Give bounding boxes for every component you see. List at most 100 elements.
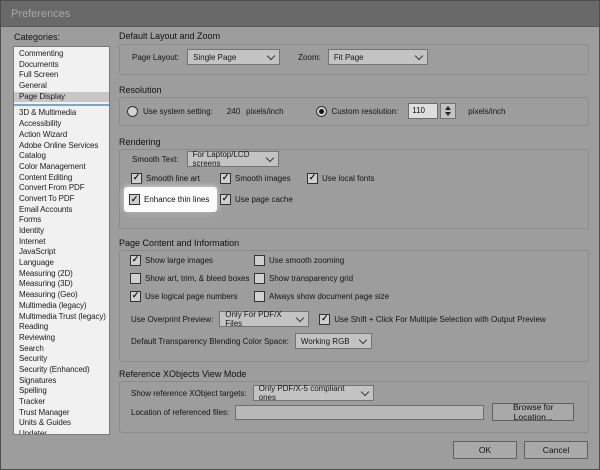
checkbox-icon: ✓ [307, 172, 318, 184]
checkbox-icon: ✓ [319, 313, 331, 325]
checkbox-icon: ✓ [131, 172, 142, 184]
checkbox-use-logical-page-numbers[interactable]: ✓ Use logical page numbers [130, 290, 238, 302]
page-layout-value: Single Page [193, 52, 237, 62]
sidebar-item[interactable]: JavaScript [14, 247, 109, 258]
checkbox-icon: ✓ [130, 254, 141, 266]
sidebar-item[interactable]: Trust Manager [14, 408, 109, 419]
check-icon: ✓ [131, 290, 140, 300]
zoom-select[interactable]: Fit Page [327, 49, 428, 65]
sidebar-item[interactable]: Commenting [14, 49, 109, 60]
sidebar-item[interactable]: Reading [14, 322, 109, 333]
sidebar-item[interactable]: Email Accounts [14, 205, 109, 216]
smooth-text-select[interactable]: For Laptop/LCD screens [186, 150, 279, 168]
overprint-preview-select[interactable]: Only For PDF/X Files [219, 310, 310, 328]
checkbox-label: Use Shift + Click For Multiple Selection… [334, 314, 546, 324]
custom-resolution-input[interactable]: 110 [408, 103, 439, 119]
check-icon: ✓ [130, 193, 139, 204]
sidebar-item[interactable]: Updater [14, 429, 109, 434]
radio-icon [315, 105, 327, 117]
sidebar-item[interactable]: Action Wizard [14, 130, 109, 141]
checkbox-show-art-trim-bleed[interactable]: ✓ Show art, trim, & bleed boxes [130, 272, 250, 284]
checkbox-show-transparency-grid[interactable]: ✓ Show transparency grid [254, 272, 353, 284]
zoom-value: Fit Page [333, 52, 364, 62]
radio-use-system-setting[interactable]: Use system setting: [127, 105, 213, 117]
sidebar-item[interactable]: Reviewing [14, 333, 109, 344]
sidebar-item[interactable]: Security (Enhanced) [14, 365, 109, 376]
chevron-down-icon [265, 153, 274, 162]
sidebar-item[interactable]: Tracker [14, 397, 109, 408]
ok-button[interactable]: OK [453, 441, 517, 459]
sidebar-item[interactable]: Multimedia (legacy) [14, 301, 109, 312]
check-icon: ✓ [221, 172, 230, 182]
checkbox-shift-click-multiple-selection[interactable]: ✓ Use Shift + Click For Multiple Selecti… [319, 313, 546, 325]
chevron-down-icon [414, 51, 424, 60]
radio-custom-resolution[interactable]: Custom resolution: [315, 105, 399, 117]
ok-button-label: OK [478, 445, 492, 455]
spin-up-icon[interactable] [445, 106, 452, 110]
sidebar-item[interactable]: Security [14, 354, 109, 365]
zoom-label: Zoom: [298, 52, 321, 62]
radio-label: Custom resolution: [331, 106, 399, 116]
sidebar-item[interactable]: Accessibility [14, 119, 109, 130]
cancel-button[interactable]: Cancel [524, 441, 588, 459]
sidebar-item[interactable]: 3D & Multimedia [14, 108, 109, 119]
sidebar-item[interactable]: Adobe Online Services [14, 141, 109, 152]
browse-for-location-button[interactable]: Browse for Location... [492, 402, 575, 422]
blend-color-space-select[interactable]: Working RGB [294, 333, 372, 349]
checkbox-smooth-line-art[interactable]: ✓ Smooth line art [131, 172, 200, 184]
checkbox-icon: ✓ [254, 272, 265, 284]
sidebar-item[interactable]: General [14, 81, 109, 92]
radio-icon [127, 105, 138, 117]
checkbox-label: Enhance thin lines [144, 195, 210, 204]
sidebar-item[interactable]: Page Display [14, 91, 109, 103]
sidebar-item[interactable]: Signatures [14, 376, 109, 387]
checkbox-label: Always show document page size [269, 291, 390, 301]
checkbox-show-large-images[interactable]: ✓ Show large images [130, 254, 213, 266]
sidebar-item[interactable]: Measuring (3D) [14, 279, 109, 290]
sidebar-item[interactable]: Identity [14, 226, 109, 237]
xobject-targets-value: Only PDF/X-5 compliant ones [258, 384, 345, 402]
checkbox-use-smooth-zooming[interactable]: ✓ Use smooth zooming [254, 254, 344, 266]
resolution-stepper[interactable] [440, 103, 457, 119]
sidebar-item[interactable]: Convert From PDF [14, 183, 109, 194]
checkbox-enhance-thin-lines[interactable]: ✓ Enhance thin lines [129, 194, 209, 206]
page-layout-select[interactable]: Single Page [187, 49, 281, 65]
checkbox-icon: ✓ [254, 290, 265, 302]
sidebar-item[interactable]: Content Editing [14, 173, 109, 184]
check-icon: ✓ [221, 193, 230, 203]
chevron-down-icon [360, 387, 369, 396]
sidebar-item[interactable]: Documents [14, 60, 109, 71]
sidebar-item[interactable]: Convert To PDF [14, 194, 109, 205]
sidebar-item[interactable]: Multimedia Trust (legacy) [14, 312, 109, 323]
sidebar-item[interactable]: Measuring (2D) [14, 269, 109, 280]
sidebar-item[interactable]: Language [14, 258, 109, 269]
checkbox-label: Use page cache [235, 194, 293, 204]
sidebar-item[interactable]: Search [14, 344, 109, 355]
section-title-xobjects: Reference XObjects View Mode [119, 369, 247, 379]
check-icon: ✓ [132, 172, 141, 182]
spin-down-icon[interactable] [445, 112, 452, 116]
browse-button-label: Browse for Location... [512, 402, 554, 422]
sidebar-item[interactable]: Internet [14, 237, 109, 248]
check-icon: ✓ [308, 172, 317, 182]
checkbox-label: Show art, trim, & bleed boxes [145, 273, 250, 283]
section-title-rendering: Rendering [119, 137, 161, 147]
sidebar-item[interactable]: Units & Guides [14, 418, 109, 429]
xobject-targets-label: Show reference XObject targets: [131, 388, 247, 398]
sidebar-item[interactable]: Color Management [14, 162, 109, 173]
checkbox-use-page-cache[interactable]: ✓ Use page cache [220, 193, 293, 205]
checkbox-smooth-images[interactable]: ✓ Smooth images [220, 172, 291, 184]
sidebar-item[interactable]: Forms [14, 215, 109, 226]
sidebar-item[interactable]: Spelling [14, 386, 109, 397]
sidebar-item[interactable]: Full Screen [14, 70, 109, 81]
sidebar-item[interactable]: Measuring (Geo) [14, 290, 109, 301]
title-bar[interactable]: Preferences [1, 1, 599, 27]
checkbox-icon: ✓ [220, 172, 231, 184]
location-input[interactable] [235, 404, 485, 420]
check-icon: ✓ [320, 313, 329, 323]
sidebar-item[interactable]: Catalog [14, 151, 109, 162]
xobject-targets-select[interactable]: Only PDF/X-5 compliant ones [252, 384, 374, 402]
checkbox-use-local-fonts[interactable]: ✓ Use local fonts [307, 172, 374, 184]
categories-list[interactable]: Commenting Documents Full Screen General Pag… [13, 46, 110, 435]
checkbox-always-show-page-size[interactable]: ✓ Always show document page size [254, 290, 389, 302]
